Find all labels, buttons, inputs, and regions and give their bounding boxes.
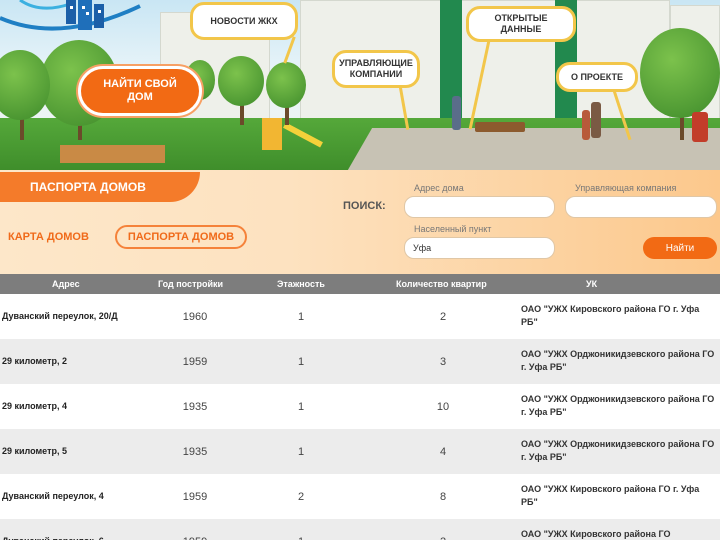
cell-year: 1959: [182, 491, 208, 503]
hero-banner: НОВОСТИ ЖКХ ОТКРЫТЫЕ ДАННЫЕ УПРАВЛЯЮЩИЕ …: [0, 0, 720, 170]
col-flats: Количество квартир: [396, 279, 487, 289]
walkway: [347, 128, 720, 170]
bench: [475, 122, 525, 132]
bubble-tail: [283, 36, 296, 64]
table-header: Адрес Год постройки Этажность Количество…: [0, 274, 720, 294]
nav-house-passports-label: ПАСПОРТА ДОМОВ: [127, 231, 235, 243]
about-project-link-label: О ПРОЕКТЕ: [570, 71, 624, 82]
cell-year: 1935: [182, 401, 208, 413]
table-row[interactable]: Дуванский переулок, 20/Д 1960 1 2 ОАО "УЖХ К…: [0, 294, 720, 339]
table-row[interactable]: 29 километр, 2 1959 1 3 ОАО "УЖХ Орджоникидз…: [0, 339, 720, 384]
find-button-label: Найти: [665, 242, 695, 254]
cell-company: ОАО "УЖХ Кировского района ГО г. Уфа РБ": [521, 484, 700, 507]
nav-house-passports[interactable]: ПАСПОРТА ДОМОВ: [115, 225, 247, 249]
table-row[interactable]: Дуванский переулок, 4 1959 2 8 ОАО "УЖХ Киро…: [0, 474, 720, 519]
cell-flats: 2: [439, 311, 447, 323]
tree: [218, 56, 264, 106]
cell-address: Дуванский переулок, 4: [2, 491, 104, 501]
tree: [640, 28, 720, 118]
management-companies-link[interactable]: УПРАВЛЯЮЩИЕ КОМПАНИИ: [332, 50, 420, 88]
address-label: Адрес дома: [414, 183, 464, 193]
cell-address: 29 километр, 4: [2, 401, 67, 411]
find-home-button[interactable]: НАЙТИ СВОЙ ДОМ: [78, 66, 202, 116]
table-row[interactable]: Дуванский переулок, 6 1959 1 2 ОАО "УЖХ Киро…: [0, 519, 720, 540]
cell-flats: 8: [439, 491, 447, 503]
col-floors: Этажность: [277, 279, 325, 289]
cell-year: 1959: [180, 536, 210, 540]
person: [452, 96, 461, 130]
playground-ground: [60, 145, 165, 163]
cell-year: 1935: [182, 446, 208, 458]
cell-floors: 1: [297, 356, 305, 368]
cell-year: 1959: [182, 356, 208, 368]
management-companies-link-label: УПРАВЛЯЮЩИЕ КОМПАНИИ: [339, 58, 413, 79]
address-input[interactable]: [404, 196, 555, 218]
cell-company: ОАО "УЖХ Орджоникидзевского района ГО г.…: [521, 394, 715, 417]
cell-address: Дуванский переулок, 20/Д: [2, 311, 118, 321]
cell-flats: 4: [439, 446, 447, 458]
cell-floors: 1: [297, 311, 305, 323]
find-button[interactable]: Найти: [643, 237, 717, 259]
section-title: ПАСПОРТА ДОМОВ: [0, 172, 200, 202]
tree: [0, 50, 50, 120]
col-company: УК: [586, 279, 598, 289]
cell-flats: 2: [430, 536, 456, 540]
cell-company: ОАО "УЖХ Орджоникидзевского района ГО г.…: [521, 349, 715, 372]
col-year: Год постройки: [158, 279, 224, 289]
news-link-label: НОВОСТИ ЖКХ: [210, 15, 278, 26]
open-data-link-label: ОТКРЫТЫЕ ДАННЫЕ: [494, 13, 548, 34]
slide: [262, 118, 282, 150]
cell-floors: 1: [292, 536, 310, 540]
open-data-link[interactable]: ОТКРЫТЫЕ ДАННЫЕ: [466, 6, 576, 42]
about-project-link[interactable]: О ПРОЕКТЕ: [556, 62, 638, 92]
cell-floors: 1: [297, 401, 305, 413]
cell-company: ОАО "УЖХ Кировского района ГО г. Уфа РБ": [521, 304, 700, 327]
cell-year: 1960: [182, 311, 208, 323]
person: [582, 110, 590, 140]
cell-flats: 3: [439, 356, 447, 368]
news-link[interactable]: НОВОСТИ ЖКХ: [190, 2, 298, 40]
cell-address: 29 километр, 5: [2, 446, 67, 456]
cell-flats: 10: [436, 401, 450, 413]
table-row[interactable]: 29 километр, 4 1935 1 10 ОАО "УЖХ Орджоникид…: [0, 384, 720, 429]
cell-floors: 1: [297, 446, 305, 458]
cell-address: Дуванский переулок, 6: [2, 536, 104, 540]
cyclist: [692, 112, 708, 142]
cell-company: ОАО "УЖХ Орджоникидзевского района ГО г.…: [521, 439, 715, 462]
search-label: ПОИСК:: [343, 200, 386, 212]
cell-company: ОАО "УЖХ Кировского района ГО: [521, 529, 671, 539]
col-address: Адрес: [52, 279, 80, 289]
cell-floors: 2: [297, 491, 305, 503]
table-row[interactable]: 29 километр, 5 1935 1 4 ОАО "УЖХ Орджоникидз…: [0, 429, 720, 474]
company-label: Управляющая компания: [575, 183, 677, 193]
person: [591, 102, 601, 138]
find-home-button-label: НАЙТИ СВОЙ ДОМ: [103, 78, 177, 103]
locality-label: Населенный пункт: [414, 224, 492, 234]
locality-input[interactable]: [404, 237, 555, 259]
cell-address: 29 километр, 2: [2, 356, 67, 366]
site-logo[interactable]: [0, 0, 150, 34]
tree: [266, 62, 306, 108]
company-input[interactable]: [565, 196, 717, 218]
nav-house-map[interactable]: КАРТА ДОМОВ: [8, 231, 89, 243]
